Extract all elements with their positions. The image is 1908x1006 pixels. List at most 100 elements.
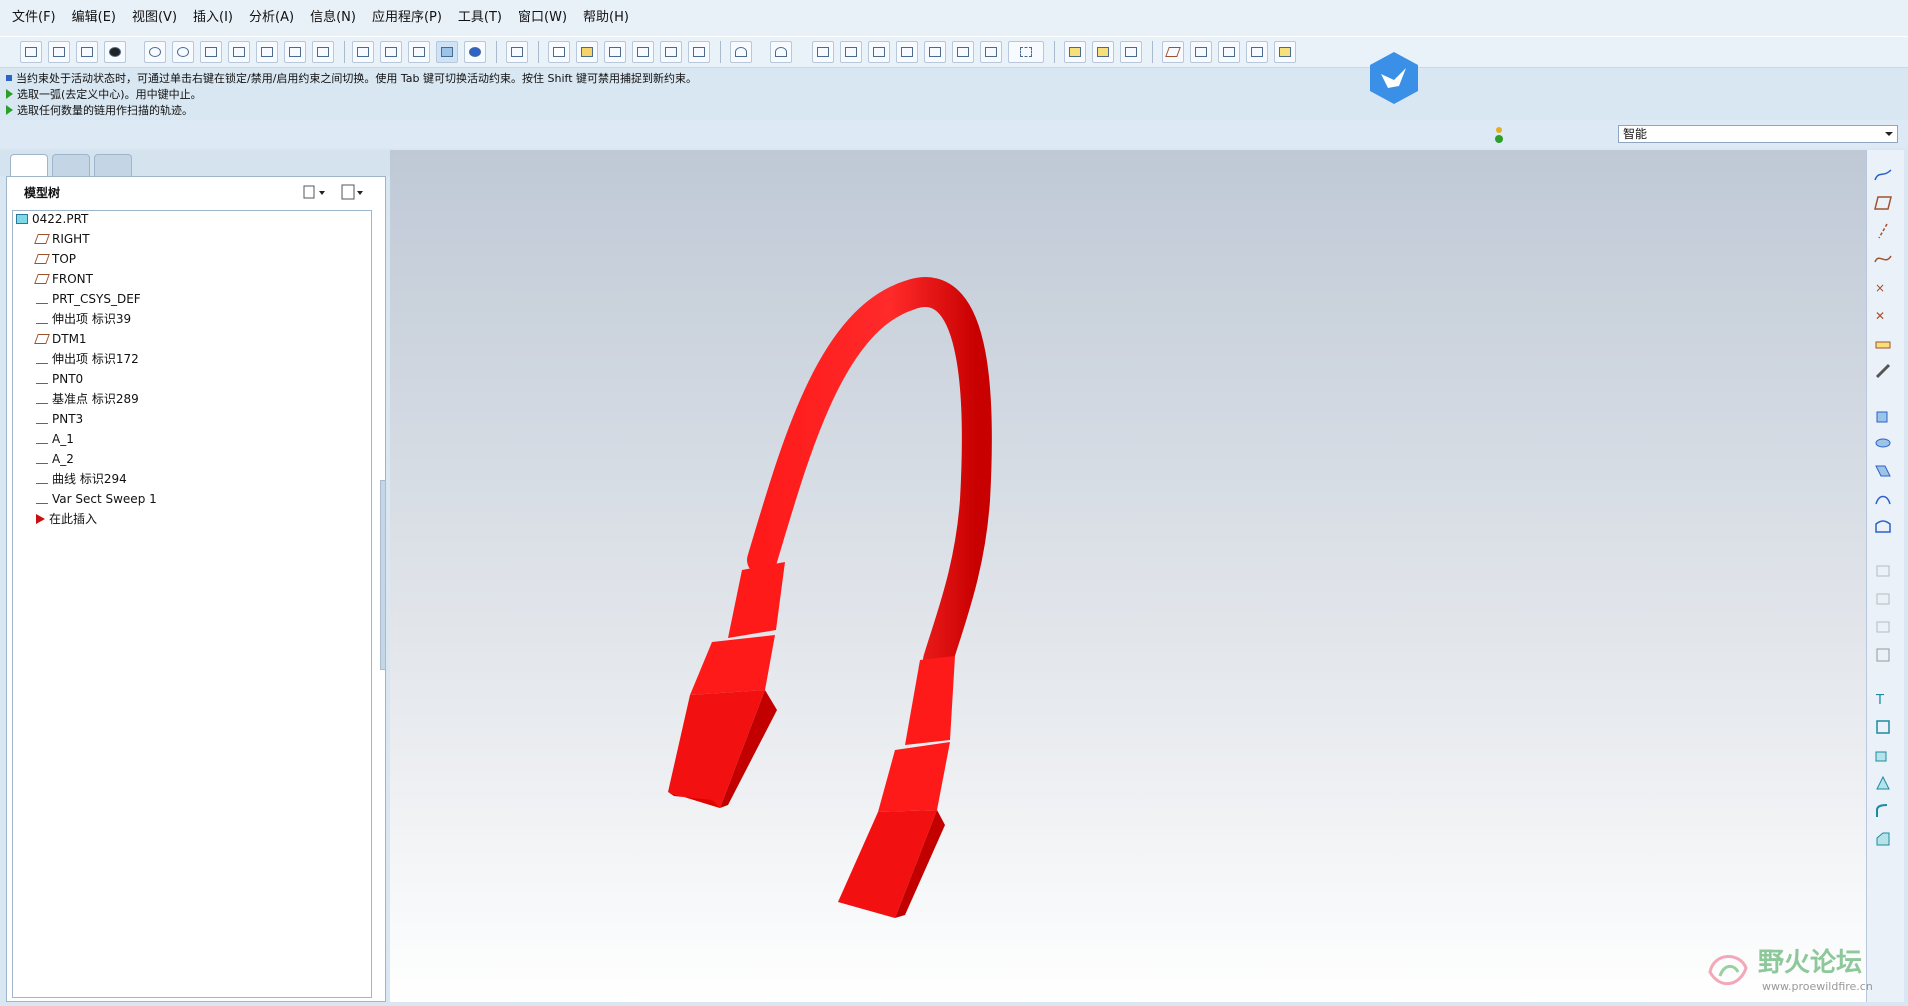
datum-display-icon[interactable] (48, 41, 70, 63)
tree-item[interactable]: Var Sect Sweep 1 (36, 490, 157, 508)
tree-item[interactable]: TOP (34, 250, 76, 268)
open-file-icon[interactable] (576, 41, 598, 63)
tree-item[interactable]: A_1 (36, 430, 74, 448)
annotation-icon[interactable] (1064, 41, 1086, 63)
view-manager-icon[interactable] (312, 41, 334, 63)
enhanced-realism-icon[interactable] (464, 41, 486, 63)
copy-icon[interactable] (840, 41, 862, 63)
menu-view[interactable]: 视图(V) (124, 0, 185, 36)
shaded-icon[interactable] (436, 41, 458, 63)
boundary-blend-tool-icon[interactable] (1873, 518, 1893, 536)
menu-edit[interactable]: 编辑(E) (64, 0, 124, 36)
undo-icon[interactable] (730, 41, 752, 63)
tree-item[interactable]: PNT0 (36, 370, 83, 388)
tree-settings-icon[interactable] (300, 180, 328, 204)
tab-folder-browser[interactable] (52, 154, 90, 176)
email-icon[interactable] (660, 41, 682, 63)
tree-root[interactable]: 0422.PRT (16, 210, 88, 228)
tree-item[interactable]: 伸出项 标识172 (36, 350, 139, 368)
tree-item[interactable]: FRONT (34, 270, 93, 288)
chamfer-tool-icon[interactable] (1873, 830, 1893, 848)
hole-tool-icon[interactable]: T (1873, 690, 1893, 708)
menu-insert[interactable]: 插入(I) (185, 0, 241, 36)
paste-icon[interactable] (868, 41, 890, 63)
variable-sweep-tool-icon[interactable] (1873, 462, 1893, 480)
datum-axis-tool-icon[interactable] (1873, 222, 1893, 240)
chain-tool-icon[interactable] (1873, 362, 1893, 380)
tree-item[interactable]: A_2 (36, 450, 74, 468)
shell-tool-icon[interactable] (1873, 718, 1893, 736)
extrude-tool-icon[interactable] (1873, 406, 1893, 424)
point-display-icon[interactable] (1218, 41, 1240, 63)
find-icon[interactable] (980, 41, 1002, 63)
csys-tool-icon[interactable]: ✕ (1873, 306, 1893, 324)
reorient-icon[interactable] (228, 41, 250, 63)
paste-special-icon[interactable] (896, 41, 918, 63)
tree-item[interactable]: 曲线 标识294 (36, 470, 127, 488)
datum-plane-tool-icon[interactable] (1873, 194, 1893, 212)
pattern-tool-icon[interactable] (1873, 646, 1893, 664)
regen-manager-icon[interactable] (952, 41, 974, 63)
csys-display-icon[interactable] (1246, 41, 1268, 63)
blend-tool-icon[interactable] (1873, 490, 1893, 508)
email-link-icon[interactable] (688, 41, 710, 63)
datum-plane-icon (34, 254, 50, 264)
draft-tool-icon[interactable] (1873, 774, 1893, 792)
analysis-feature-icon[interactable] (1873, 334, 1893, 352)
plane-display-icon[interactable] (1162, 41, 1184, 63)
axis-display-icon[interactable] (1190, 41, 1212, 63)
traffic-light-icon[interactable] (1494, 125, 1504, 145)
hidden-line-icon[interactable] (380, 41, 402, 63)
print-icon[interactable] (632, 41, 654, 63)
round-tool-icon[interactable] (1873, 802, 1893, 820)
no-hidden-icon[interactable] (408, 41, 430, 63)
cut-icon[interactable] (812, 41, 834, 63)
spin-center-icon[interactable] (76, 41, 98, 63)
menu-analysis[interactable]: 分析(A) (241, 0, 302, 36)
merge-tool-icon[interactable] (1873, 590, 1893, 608)
revolve-tool-icon[interactable] (1873, 434, 1893, 452)
context-help-icon[interactable] (506, 41, 528, 63)
sketch-icon[interactable] (20, 41, 42, 63)
annotation-edit-icon[interactable] (1092, 41, 1114, 63)
saved-views-icon[interactable] (256, 41, 278, 63)
rib-tool-icon[interactable] (1873, 746, 1893, 764)
menu-window[interactable]: 窗口(W) (510, 0, 575, 36)
datum-point-tool-icon[interactable]: × (1873, 278, 1893, 296)
refit-icon[interactable] (200, 41, 222, 63)
wireframe-icon[interactable] (352, 41, 374, 63)
datum-curve-tool-icon[interactable] (1873, 250, 1893, 268)
panel-splitter[interactable] (380, 480, 386, 670)
menu-file[interactable]: 文件(F) (4, 0, 64, 36)
menu-info[interactable]: 信息(N) (302, 0, 364, 36)
annotation-more-icon[interactable] (1120, 41, 1142, 63)
tree-item[interactable]: 伸出项 标识39 (36, 310, 131, 328)
tab-favorites[interactable] (94, 154, 132, 176)
save-icon[interactable] (604, 41, 626, 63)
menu-help[interactable]: 帮助(H) (575, 0, 637, 36)
tab-model-tree[interactable] (10, 154, 48, 176)
tree-columns-icon[interactable] (338, 180, 366, 204)
tree-item[interactable]: 基准点 标识289 (36, 390, 139, 408)
zoom-out-icon[interactable] (172, 41, 194, 63)
tree-item[interactable]: RIGHT (34, 230, 90, 248)
regenerate-icon[interactable] (924, 41, 946, 63)
new-file-icon[interactable] (548, 41, 570, 63)
layers-icon[interactable] (284, 41, 306, 63)
tree-item[interactable]: 在此插入 (36, 510, 97, 528)
redo-icon[interactable] (770, 41, 792, 63)
trim-tool-icon[interactable] (1873, 618, 1893, 636)
sketch-tool-icon[interactable] (1873, 166, 1893, 184)
zoom-in-icon[interactable] (144, 41, 166, 63)
menu-tools[interactable]: 工具(T) (450, 0, 510, 36)
tree-item[interactable]: PNT3 (36, 410, 83, 428)
menu-applications[interactable]: 应用程序(P) (364, 0, 450, 36)
mirror-tool-icon[interactable] (1873, 562, 1893, 580)
shading-sphere-icon[interactable] (104, 41, 126, 63)
selection-filter-select[interactable]: 智能 (1618, 125, 1898, 143)
tree-item[interactable]: PRT_CSYS_DEF (36, 290, 141, 308)
annotation-display-icon[interactable] (1274, 41, 1296, 63)
select-box-icon[interactable] (1008, 41, 1044, 63)
graphics-window[interactable] (390, 150, 1866, 1002)
tree-item[interactable]: DTM1 (34, 330, 87, 348)
